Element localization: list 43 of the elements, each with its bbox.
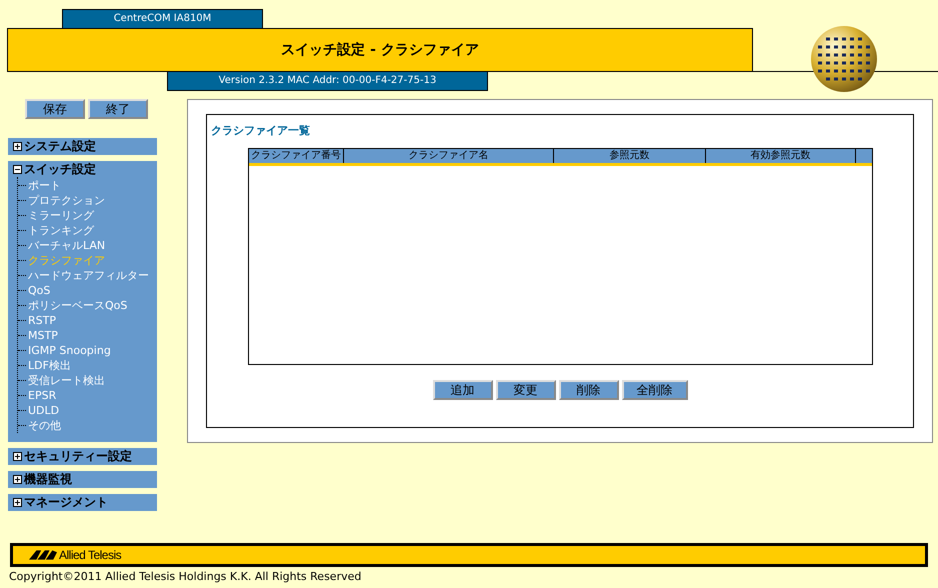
column-header: クラシファイア番号 xyxy=(249,149,344,163)
menu-item[interactable]: クラシファイア xyxy=(28,253,105,268)
menu-item[interactable]: ハードウェアフィルター xyxy=(28,268,149,283)
expand-icon[interactable] xyxy=(13,475,22,484)
menu-item[interactable]: プロテクション xyxy=(28,193,105,208)
menu-section-label[interactable]: 機器監視 xyxy=(24,471,72,488)
logo-text: Allied Telesis xyxy=(59,548,122,562)
sidebar-button[interactable]: 保存 xyxy=(25,99,85,119)
globe-icon xyxy=(810,25,878,93)
menu-item[interactable]: RSTP xyxy=(28,314,56,327)
menu-item[interactable]: UDLD xyxy=(28,404,60,417)
column-header: クラシファイア名 xyxy=(344,149,554,163)
sidebar-button[interactable]: 終了 xyxy=(88,99,148,119)
section-title: クラシファイア一覧 xyxy=(211,123,311,138)
menu-section-label[interactable]: セキュリティー設定 xyxy=(24,448,132,465)
menu-item[interactable]: トランキング xyxy=(28,223,94,238)
logo-icon xyxy=(29,550,57,560)
column-header: 参照元数 xyxy=(554,149,706,163)
menu-section-label[interactable]: マネージメント xyxy=(24,494,108,511)
menu-item[interactable]: その他 xyxy=(28,418,61,433)
copyright-text: Copyright©2011 Allied Telesis Holdings K.K. All Rights Reserved xyxy=(9,570,362,583)
menu-item[interactable]: EPSR xyxy=(28,389,56,402)
expand-icon[interactable] xyxy=(13,452,22,461)
collapse-icon[interactable] xyxy=(13,165,22,174)
menu-item[interactable]: 受信レート検出 xyxy=(28,373,105,388)
menu-item[interactable]: LDF検出 xyxy=(28,358,71,373)
menu-item[interactable]: ポート xyxy=(28,178,61,193)
action-button[interactable]: 追加 xyxy=(432,380,492,400)
page-title: スイッチ設定 - クラシファイア xyxy=(281,41,479,59)
column-header: 有効参照元数 xyxy=(706,149,856,163)
action-button[interactable]: 削除 xyxy=(558,380,618,400)
menu-item[interactable]: IGMP Snooping xyxy=(28,344,111,357)
expand-icon[interactable] xyxy=(13,142,22,151)
menu-section-label[interactable]: スイッチ設定 xyxy=(24,161,96,178)
menu-item[interactable]: ポリシーベースQoS xyxy=(28,298,128,313)
menu-item[interactable]: バーチャルLAN xyxy=(28,238,106,253)
menu-item[interactable]: QoS xyxy=(28,284,50,297)
expand-icon[interactable] xyxy=(13,498,22,507)
action-button[interactable]: 全削除 xyxy=(622,380,688,400)
menu-section-label[interactable]: システム設定 xyxy=(24,138,96,155)
action-button[interactable]: 変更 xyxy=(496,380,556,400)
menu-item[interactable]: ミラーリング xyxy=(28,208,94,223)
menu-item[interactable]: MSTP xyxy=(28,329,58,342)
